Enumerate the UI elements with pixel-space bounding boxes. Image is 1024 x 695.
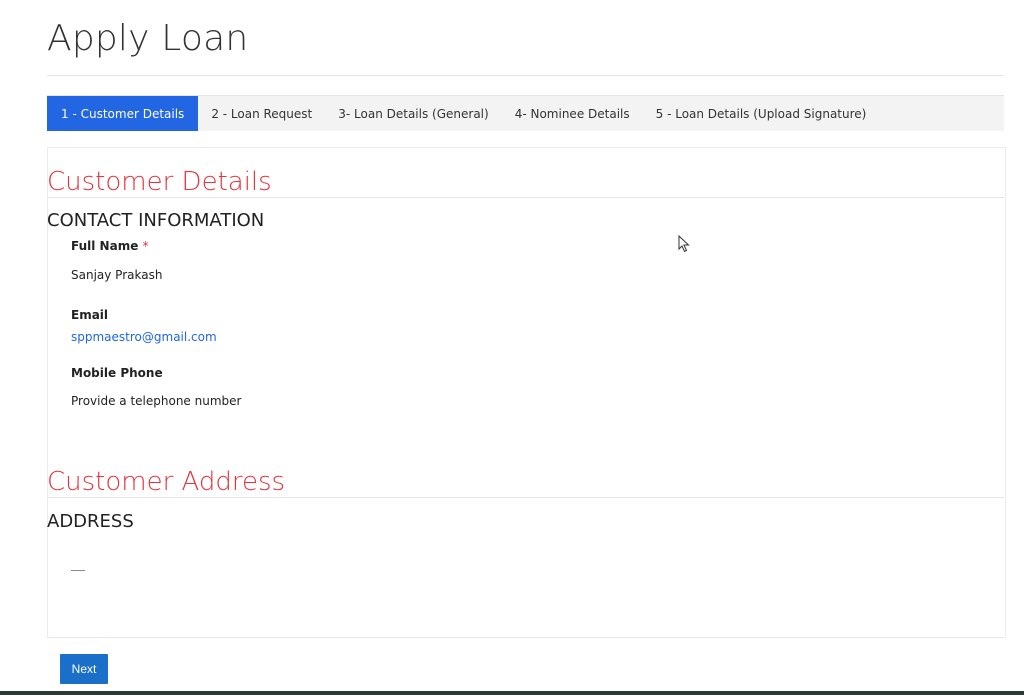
title-divider: [47, 75, 1004, 76]
wizard-tabs: 1 - Customer Details 2 - Loan Request 3-…: [47, 95, 1004, 131]
full-name-label: Full Name *: [71, 239, 149, 253]
page-title: Apply Loan: [47, 18, 249, 59]
address-empty-value: [71, 570, 85, 571]
section-divider: [47, 197, 1004, 198]
full-name-value: Sanjay Prakash: [71, 268, 163, 282]
email-label: Email: [71, 308, 109, 322]
email-value-wrapper: sppmaestro@gmail.com: [71, 330, 217, 344]
tab-loan-request[interactable]: 2 - Loan Request: [198, 96, 325, 131]
mouse-pointer-icon: [678, 235, 690, 253]
tab-loan-details-general[interactable]: 3- Loan Details (General): [325, 96, 501, 131]
required-marker: *: [142, 239, 149, 253]
email-link[interactable]: sppmaestro@gmail.com: [71, 330, 217, 344]
tab-nominee-details[interactable]: 4- Nominee Details: [502, 96, 643, 131]
subsection-contact-information: CONTACT INFORMATION: [47, 210, 265, 231]
full-name-label-text: Full Name: [71, 239, 139, 253]
subsection-address: ADDRESS: [47, 511, 134, 532]
footer-divider: [47, 637, 1004, 638]
mobile-phone-value: Provide a telephone number: [71, 394, 242, 408]
section-divider: [47, 497, 1004, 498]
section-title-customer-details: Customer Details: [47, 167, 272, 197]
section-title-customer-address: Customer Address: [47, 467, 286, 497]
mobile-phone-label: Mobile Phone: [71, 366, 163, 380]
next-button[interactable]: Next: [60, 654, 108, 684]
taskbar-strip: [0, 691, 1024, 695]
tab-loan-details-upload-signature[interactable]: 5 - Loan Details (Upload Signature): [643, 96, 880, 131]
tab-customer-details[interactable]: 1 - Customer Details: [47, 96, 199, 131]
